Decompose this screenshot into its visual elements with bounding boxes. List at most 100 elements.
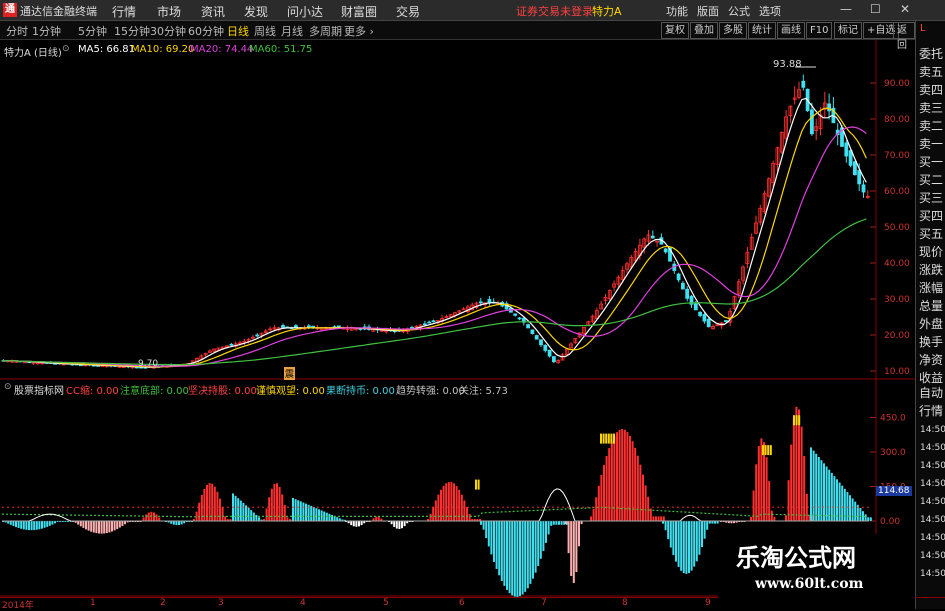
menu-xuanxiang[interactable]: 选项 (759, 3, 781, 19)
panel-time: 14:50 (920, 479, 945, 489)
menu-zixun[interactable]: 资讯 (201, 3, 225, 20)
panel-item[interactable]: 卖五 (919, 65, 943, 79)
app-title: 通达信金融终端 (20, 5, 97, 18)
huaxian-button[interactable]: 画线 (777, 22, 805, 39)
minimize-button[interactable]: — (840, 2, 852, 16)
back-button[interactable]: 返回 (893, 22, 915, 51)
panel-item[interactable]: 外盘 (919, 317, 943, 331)
trade-login-warning[interactable]: 证券交易未登录 (516, 3, 593, 19)
panel-item[interactable]: 卖四 (919, 83, 943, 97)
indicator-bar (158, 517, 161, 521)
indicator-bar (440, 489, 442, 521)
period-daily[interactable]: 日线 (227, 23, 249, 39)
period-weekly[interactable]: 周线 (254, 23, 276, 39)
panel-item[interactable]: 涨跌 (919, 263, 943, 277)
menu-caifuquan[interactable]: 财富圈 (341, 3, 377, 20)
indicator-collapse-icon[interactable]: ⊙ (4, 382, 12, 392)
fuquan-button[interactable]: 复权 (661, 22, 689, 39)
period-monthly[interactable]: 月线 (281, 23, 303, 39)
indicator-tick-label: 300.0 (880, 448, 906, 458)
indicator-bar (595, 497, 598, 521)
period-5min[interactable]: 5分钟 (78, 23, 107, 39)
menu-gongshi[interactable]: 公式 (728, 3, 750, 19)
maximize-button[interactable]: ☐ (870, 2, 881, 16)
indicator-legend-item: 谨慎观望: 0.00 (256, 386, 325, 397)
panel-item[interactable]: 卖二 (919, 119, 943, 133)
indicator-bar (258, 517, 260, 521)
panel-item[interactable]: 卖三 (919, 101, 943, 115)
indicator-bar (706, 521, 709, 530)
close-button[interactable]: ✕ (900, 2, 910, 16)
period-1min[interactable]: 1分钟 (32, 23, 61, 39)
panel-lower-item[interactable]: 自动 (919, 386, 943, 400)
indicator-bar (792, 419, 795, 521)
indicator-bar (830, 472, 833, 521)
indicator-bar (854, 501, 857, 521)
panel-item[interactable]: 买四 (919, 209, 943, 223)
biaoji-button[interactable]: 标记 (834, 22, 862, 39)
indicator-bar (178, 521, 180, 526)
period-fenshi[interactable]: 分时 (6, 23, 28, 39)
menu-wenxiaoda[interactable]: 问小达 (287, 3, 323, 20)
indicator-yellow-bar (600, 433, 602, 444)
indicator-bar (121, 521, 124, 526)
panel-item[interactable]: 涨幅 (919, 281, 943, 295)
indicator-bar (864, 514, 867, 521)
panel-item[interactable]: 净资 (919, 353, 943, 367)
panel-lower-item[interactable]: 行情 (919, 404, 943, 418)
period-15min[interactable]: 15分钟 (114, 23, 150, 39)
panel-item[interactable]: 收益 (919, 371, 943, 385)
y-tick-label: 30.00 (884, 295, 910, 305)
panel-item[interactable]: 买二 (919, 173, 943, 187)
panel-item[interactable]: 买一 (919, 155, 943, 169)
tongji-button[interactable]: 统计 (748, 22, 776, 39)
menu-shichang[interactable]: 市场 (157, 3, 181, 20)
indicator-bar (455, 486, 458, 521)
collapse-icon[interactable]: ⊙ (62, 44, 70, 54)
indicator-bar (610, 441, 613, 521)
indicator-bar (660, 516, 663, 521)
panel-item[interactable]: 现价 (919, 245, 943, 259)
panel-item[interactable]: 买三 (919, 191, 943, 205)
indicator-bar (667, 521, 670, 540)
panel-item[interactable]: 总量 (919, 299, 943, 313)
indicator-bar (20, 521, 23, 529)
duogu-button[interactable]: 多股 (719, 22, 747, 39)
panel-item[interactable]: 买五 (919, 227, 943, 241)
panel-item[interactable]: 卖一 (919, 137, 943, 151)
period-30min[interactable]: 30分钟 (150, 23, 186, 39)
kline-main-chart[interactable]: 90.00 80.00 70.00 60.00 50.00 40.00 30.00 20.00… (0, 40, 915, 380)
indicator-bar (578, 521, 580, 547)
f10-button[interactable]: F10 (806, 22, 833, 39)
indicator-bar (113, 521, 116, 531)
indicator-bar (302, 502, 305, 521)
period-multi[interactable]: 多周期 (309, 23, 342, 39)
candle-body (650, 235, 655, 239)
y-tick-label: 60.00 (884, 187, 910, 197)
indicator-bar (198, 502, 201, 521)
indicator-bar (526, 521, 529, 589)
period-60min[interactable]: 60分钟 (188, 23, 224, 39)
indicator-bar (597, 485, 600, 521)
diejia-button[interactable]: 叠加 (690, 22, 718, 39)
indicator-bar (755, 464, 758, 521)
menu-jiaoyi[interactable]: 交易 (396, 3, 420, 20)
menu-hangqing[interactable]: 行情 (112, 3, 136, 20)
period-more[interactable]: 更多 › (344, 23, 374, 39)
indicator-bar (355, 521, 358, 527)
indicator-bar (798, 409, 800, 521)
indicator-bar (434, 500, 437, 521)
panel-time: 14:50 (920, 551, 945, 561)
indicator-bar (524, 521, 527, 592)
menu-faxian[interactable]: 发现 (244, 3, 268, 20)
indicator-bar (803, 456, 806, 521)
panel-item[interactable]: 换手 (919, 335, 943, 349)
menu-banmian[interactable]: 版面 (697, 3, 719, 19)
indicator-bar (539, 521, 542, 559)
time-axis-label: 9 (705, 598, 711, 608)
menu-gongneng[interactable]: 功能 (666, 3, 688, 19)
indicator-bar (468, 513, 471, 521)
low-price-label: 9.70 (138, 359, 159, 369)
indicator-bar (869, 517, 872, 521)
panel-item[interactable]: 委托 (919, 47, 943, 61)
